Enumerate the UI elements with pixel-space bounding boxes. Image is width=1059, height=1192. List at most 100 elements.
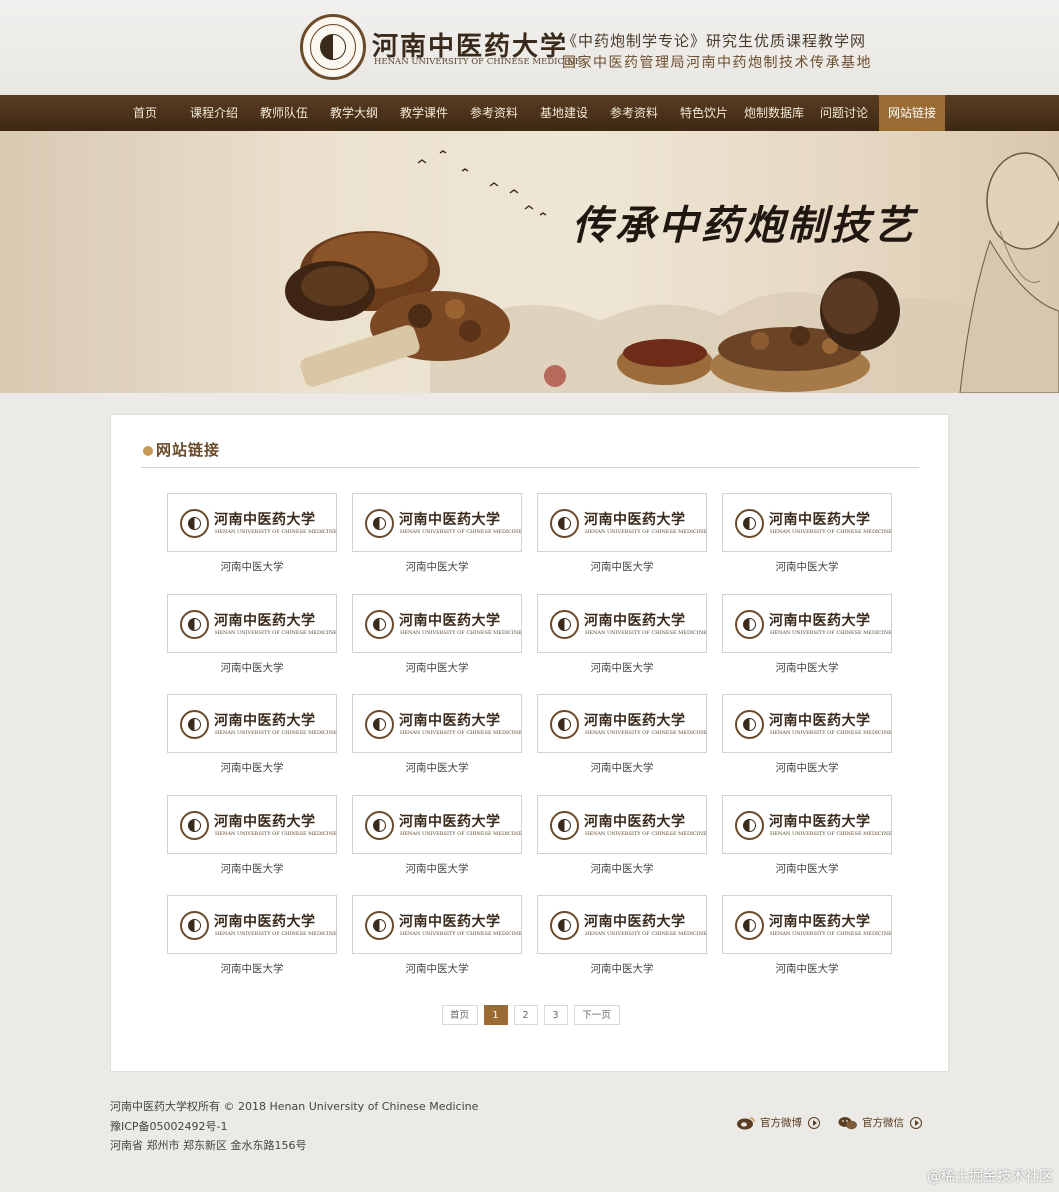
footer-icp[interactable]: 豫ICP备05002492号-1 [110,1118,228,1134]
link-tile[interactable]: 河南中医药大学 HENAN UNIVERSITY OF CHINESE MEDIC… [352,493,522,594]
link-tile[interactable]: 河南中医药大学 HENAN UNIVERSITY OF CHINESE MEDIC… [537,794,707,896]
wechat-link[interactable]: 官方微信 [838,1115,922,1130]
nav-item[interactable]: 网站链接 [879,95,945,131]
tile-caption[interactable]: 河南中医大学 [352,559,522,574]
tile-logo-name: 河南中医药大学 [214,914,316,930]
link-tile[interactable]: 河南中医药大学 HENAN UNIVERSITY OF CHINESE MEDIC… [722,493,892,594]
tile-caption[interactable]: 河南中医大学 [167,760,337,775]
tile-logo-english: HENAN UNIVERSITY OF CHINESE MEDICINE [770,529,892,535]
tile-logo-image[interactable]: 河南中医药大学 HENAN UNIVERSITY OF CHINESE MEDIC… [352,493,522,552]
tile-logo-english: HENAN UNIVERSITY OF CHINESE MEDICINE [400,931,522,937]
tile-caption[interactable]: 河南中医大学 [352,660,522,675]
tile-logo-name: 河南中医药大学 [399,512,501,528]
link-tile[interactable]: 河南中医药大学 HENAN UNIVERSITY OF CHINESE MEDIC… [167,493,337,594]
tile-logo-image[interactable]: 河南中医药大学 HENAN UNIVERSITY OF CHINESE MEDIC… [352,794,522,854]
pagination-page[interactable]: 2 [513,1005,538,1025]
link-tile[interactable]: 河南中医药大学 HENAN UNIVERSITY OF CHINESE MEDIC… [352,895,522,996]
tile-logo-image[interactable]: 河南中医药大学 HENAN UNIVERSITY OF CHINESE MEDIC… [167,895,337,954]
link-tile[interactable]: 河南中医药大学 HENAN UNIVERSITY OF CHINESE MEDIC… [722,593,892,695]
link-tile[interactable]: 河南中医药大学 HENAN UNIVERSITY OF CHINESE MEDIC… [167,593,337,695]
tile-logo-image[interactable]: 河南中医药大学 HENAN UNIVERSITY OF CHINESE MEDIC… [167,593,337,653]
university-seal-icon [180,609,209,639]
university-seal-icon [735,710,764,739]
tile-logo-english: HENAN UNIVERSITY OF CHINESE MEDICINE [585,830,707,837]
pagination-page[interactable]: 3 [543,1005,568,1025]
link-tile[interactable]: 河南中医药大学 HENAN UNIVERSITY OF CHINESE MEDIC… [167,895,337,996]
tile-caption[interactable]: 河南中医大学 [167,660,337,675]
tile-logo-name: 河南中医药大学 [399,713,501,729]
nav-item[interactable]: 首页 [111,95,179,131]
nav-item[interactable]: 问题讨论 [809,95,879,131]
nav-item[interactable]: 炮制数据库 [739,95,809,131]
weibo-arrow-icon [808,1116,820,1129]
main-nav: 首页 课程介绍 教师队伍 教学大纲 教学课件 参考资料 基地建设 参考资料 特色饮片 炮制数据库问… [0,95,1059,131]
tile-caption[interactable]: 河南中医大学 [722,961,892,976]
tile-caption[interactable]: 河南中医大学 [722,559,892,574]
nav-item[interactable]: 参考资料 [599,95,669,131]
tile-caption[interactable]: 河南中医大学 [352,760,522,775]
tile-logo-image[interactable]: 河南中医药大学 HENAN UNIVERSITY OF CHINESE MEDIC… [722,694,892,753]
pagination-first[interactable]: 首页 [441,1005,478,1025]
link-tile[interactable]: 河南中医药大学 HENAN UNIVERSITY OF CHINESE MEDIC… [167,794,337,896]
pagination-next[interactable]: 下一页 [573,1005,620,1025]
tile-caption[interactable]: 河南中医大学 [722,760,892,775]
tile-caption[interactable]: 河南中医大学 [537,861,707,876]
tile-logo-english: HENAN UNIVERSITY OF CHINESE MEDICINE [400,730,522,736]
tile-logo-image[interactable]: 河南中医药大学 HENAN UNIVERSITY OF CHINESE MEDIC… [537,694,707,753]
tile-logo-image[interactable]: 河南中医药大学 HENAN UNIVERSITY OF CHINESE MEDIC… [167,794,337,854]
section-title-ornament-icon [143,446,153,456]
university-seal-icon [180,710,209,739]
tile-logo-name: 河南中医药大学 [399,813,501,830]
link-tile[interactable]: 河南中医药大学 HENAN UNIVERSITY OF CHINESE MEDIC… [537,694,707,795]
tile-logo-image[interactable]: 河南中医药大学 HENAN UNIVERSITY OF CHINESE MEDIC… [167,694,337,753]
tile-logo-image[interactable]: 河南中医药大学 HENAN UNIVERSITY OF CHINESE MEDIC… [352,694,522,753]
tile-logo-image[interactable]: 河南中医药大学 HENAN UNIVERSITY OF CHINESE MEDIC… [537,493,707,552]
nav-item[interactable]: 课程介绍 [179,95,249,131]
link-tile[interactable]: 河南中医药大学 HENAN UNIVERSITY OF CHINESE MEDIC… [352,694,522,795]
link-tile[interactable]: 河南中医药大学 HENAN UNIVERSITY OF CHINESE MEDIC… [352,794,522,896]
tile-logo-image[interactable]: 河南中医药大学 HENAN UNIVERSITY OF CHINESE MEDIC… [537,593,707,653]
nav-item[interactable]: 基地建设 [529,95,599,131]
tile-caption[interactable]: 河南中医大学 [537,559,707,574]
tile-logo-image[interactable]: 河南中医药大学 HENAN UNIVERSITY OF CHINESE MEDIC… [537,794,707,854]
tile-caption[interactable]: 河南中医大学 [352,861,522,876]
nav-item[interactable]: 参考资料 [459,95,529,131]
link-tile[interactable]: 河南中医药大学 HENAN UNIVERSITY OF CHINESE MEDIC… [167,694,337,795]
footer-copyright: 河南中医药大学权所有 © 2018 Henan University of Ch… [110,1100,479,1113]
tile-caption[interactable]: 河南中医大学 [167,961,337,976]
university-seal-icon [365,911,394,940]
link-tile[interactable]: 河南中医药大学 HENAN UNIVERSITY OF CHINESE MEDIC… [537,895,707,996]
tile-logo-image[interactable]: 河南中医药大学 HENAN UNIVERSITY OF CHINESE MEDIC… [722,895,892,954]
tile-logo-image[interactable]: 河南中医药大学 HENAN UNIVERSITY OF CHINESE MEDIC… [167,493,337,552]
tile-caption[interactable]: 河南中医大学 [722,660,892,675]
nav-item[interactable]: 教学课件 [389,95,459,131]
nav-item[interactable]: 教学大纲 [319,95,389,131]
tile-logo-image[interactable]: 河南中医药大学 HENAN UNIVERSITY OF CHINESE MEDIC… [352,895,522,954]
weibo-link[interactable]: 官方微博 [736,1115,820,1130]
nav-item[interactable]: 教师队伍 [249,95,319,131]
link-tile[interactable]: 河南中医药大学 HENAN UNIVERSITY OF CHINESE MEDIC… [537,493,707,594]
tile-caption[interactable]: 河南中医大学 [537,961,707,976]
link-tile[interactable]: 河南中医药大学 HENAN UNIVERSITY OF CHINESE MEDIC… [722,694,892,795]
tile-logo-image[interactable]: 河南中医药大学 HENAN UNIVERSITY OF CHINESE MEDIC… [722,794,892,854]
tile-caption[interactable]: 河南中医大学 [167,559,337,574]
tile-caption[interactable]: 河南中医大学 [167,861,337,876]
tile-logo-image[interactable]: 河南中医药大学 HENAN UNIVERSITY OF CHINESE MEDIC… [722,493,892,552]
tile-caption[interactable]: 河南中医大学 [537,760,707,775]
tile-logo-image[interactable]: 河南中医药大学 HENAN UNIVERSITY OF CHINESE MEDIC… [722,593,892,653]
tile-logo-english: HENAN UNIVERSITY OF CHINESE MEDICINE [215,529,337,535]
tile-caption[interactable]: 河南中医大学 [722,861,892,876]
tile-logo-english: HENAN UNIVERSITY OF CHINESE MEDICINE [770,931,892,937]
tile-logo-image[interactable]: 河南中医药大学 HENAN UNIVERSITY OF CHINESE MEDIC… [352,593,522,653]
pagination-page[interactable]: 1 [483,1005,508,1025]
link-tile[interactable]: 河南中医药大学 HENAN UNIVERSITY OF CHINESE MEDIC… [537,593,707,695]
tile-caption[interactable]: 河南中医大学 [352,961,522,976]
tile-caption[interactable]: 河南中医大学 [537,660,707,675]
link-tile[interactable]: 河南中医药大学 HENAN UNIVERSITY OF CHINESE MEDIC… [722,794,892,896]
university-seal-icon [365,609,394,639]
university-seal-logo[interactable] [300,14,366,80]
link-tile[interactable]: 河南中医药大学 HENAN UNIVERSITY OF CHINESE MEDIC… [352,593,522,695]
tile-logo-image[interactable]: 河南中医药大学 HENAN UNIVERSITY OF CHINESE MEDIC… [537,895,707,954]
link-tile[interactable]: 河南中医药大学 HENAN UNIVERSITY OF CHINESE MEDIC… [722,895,892,996]
nav-item[interactable]: 特色饮片 [669,95,739,131]
